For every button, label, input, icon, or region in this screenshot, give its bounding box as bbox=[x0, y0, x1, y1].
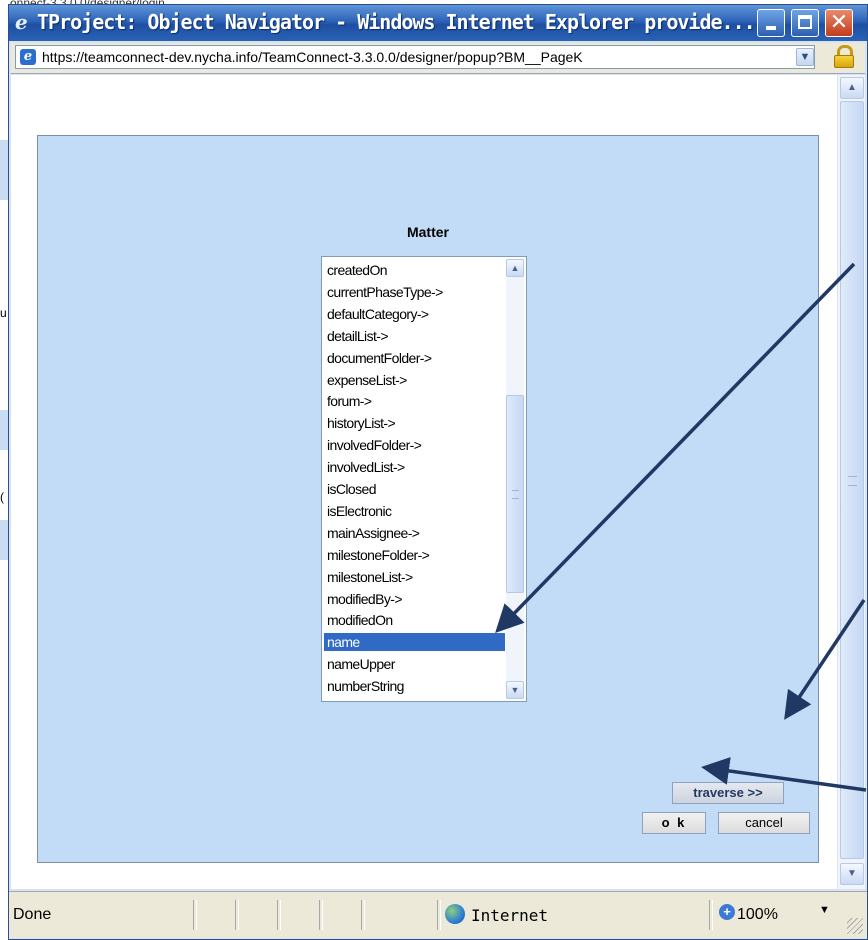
address-field[interactable]: e https://teamconnect-dev.nycha.info/Tea… bbox=[15, 45, 815, 69]
page-content: Matter createdOn currentPhaseType-> defaul… bbox=[11, 75, 837, 889]
status-divider bbox=[437, 900, 441, 930]
status-bar: Done Internet + 100% ▼ bbox=[9, 891, 867, 938]
status-divider bbox=[277, 900, 281, 930]
list-option[interactable]: createdOn bbox=[324, 261, 505, 279]
list-option[interactable]: currentPhaseType-> bbox=[324, 283, 505, 301]
object-navigator-panel: Matter createdOn currentPhaseType-> defaul… bbox=[37, 135, 819, 863]
security-zone[interactable]: Internet bbox=[471, 906, 548, 925]
list-option[interactable]: modifiedOn bbox=[324, 611, 505, 629]
list-option[interactable]: name bbox=[324, 633, 505, 652]
status-divider bbox=[361, 900, 365, 930]
list-option[interactable]: isElectronic bbox=[324, 502, 505, 520]
close-button[interactable]: ✕ bbox=[825, 9, 853, 37]
internet-zone-globe-icon bbox=[445, 904, 465, 924]
zoom-icon: + bbox=[719, 904, 735, 920]
listbox-scrollbar[interactable]: ▲ ▼ bbox=[506, 259, 524, 699]
title-bar[interactable]: e TProject: Object Navigator - Windows I… bbox=[9, 5, 867, 41]
maximize-button[interactable] bbox=[791, 9, 819, 37]
address-dropdown-button[interactable]: ▼ bbox=[796, 48, 814, 66]
status-divider bbox=[193, 900, 197, 930]
address-bar: e https://teamconnect-dev.nycha.info/Tea… bbox=[11, 43, 865, 74]
page-scroll-up-icon[interactable]: ▲ bbox=[840, 77, 864, 99]
list-option[interactable]: forum-> bbox=[324, 392, 505, 410]
minimize-icon bbox=[766, 26, 776, 30]
background-text: u bbox=[0, 306, 7, 320]
maximize-icon bbox=[798, 15, 812, 29]
page-scrollbar[interactable]: ▲ ▼ bbox=[837, 75, 865, 889]
ok-button[interactable]: o k bbox=[642, 812, 706, 834]
window-title: TProject: Object Navigator - Windows Int… bbox=[37, 10, 756, 34]
minimize-button[interactable] bbox=[757, 9, 785, 37]
list-option[interactable]: involvedFolder-> bbox=[324, 436, 505, 454]
field-listbox[interactable]: createdOn currentPhaseType-> defaultCatego… bbox=[321, 256, 527, 702]
status-text: Done bbox=[13, 906, 52, 923]
list-option[interactable]: documentFolder-> bbox=[324, 349, 505, 367]
status-divider bbox=[319, 900, 323, 930]
grip-icon bbox=[512, 490, 519, 499]
scroll-down-arrow-icon[interactable]: ▼ bbox=[506, 681, 524, 699]
ie-logo-icon: e bbox=[15, 10, 28, 34]
zoom-dropdown-icon[interactable]: ▼ bbox=[819, 904, 830, 916]
ie-popup-window: e TProject: Object Navigator - Windows I… bbox=[8, 4, 868, 940]
lock-icon[interactable] bbox=[831, 45, 857, 69]
page-scroll-down-icon[interactable]: ▼ bbox=[840, 863, 864, 885]
page-scroll-thumb[interactable] bbox=[840, 101, 864, 859]
address-url[interactable]: https://teamconnect-dev.nycha.info/TeamC… bbox=[42, 49, 583, 65]
resize-grip-icon[interactable] bbox=[847, 918, 863, 934]
close-icon: ✕ bbox=[829, 10, 849, 35]
object-label: Matter bbox=[406, 224, 449, 240]
background-text: ( bbox=[0, 490, 4, 504]
page-icon: e bbox=[20, 49, 36, 65]
traverse-button[interactable]: traverse >> bbox=[672, 782, 784, 804]
list-option[interactable]: defaultCategory-> bbox=[324, 305, 505, 323]
list-option[interactable]: involvedList-> bbox=[324, 458, 505, 476]
zoom-level[interactable]: 100% bbox=[737, 906, 778, 924]
list-option[interactable]: milestoneList-> bbox=[324, 568, 505, 586]
grip-icon bbox=[848, 476, 857, 486]
scroll-up-arrow-icon[interactable]: ▲ bbox=[506, 259, 524, 277]
status-divider bbox=[709, 900, 713, 930]
list-option[interactable]: expenseList-> bbox=[324, 371, 505, 389]
list-option[interactable]: mainAssignee-> bbox=[324, 524, 505, 542]
status-divider bbox=[235, 900, 239, 930]
cancel-button[interactable]: cancel bbox=[718, 812, 810, 834]
list-option[interactable]: modifiedBy-> bbox=[324, 590, 505, 608]
listbox-scroll-thumb[interactable] bbox=[506, 395, 524, 593]
lock-body bbox=[834, 55, 854, 68]
list-option[interactable]: detailList-> bbox=[324, 327, 505, 345]
list-option[interactable]: historyList-> bbox=[324, 414, 505, 432]
list-option[interactable]: numberString bbox=[324, 677, 505, 695]
list-option[interactable]: isClosed bbox=[324, 480, 505, 498]
list-option[interactable]: nameUpper bbox=[324, 655, 505, 673]
list-option[interactable]: milestoneFolder-> bbox=[324, 546, 505, 564]
